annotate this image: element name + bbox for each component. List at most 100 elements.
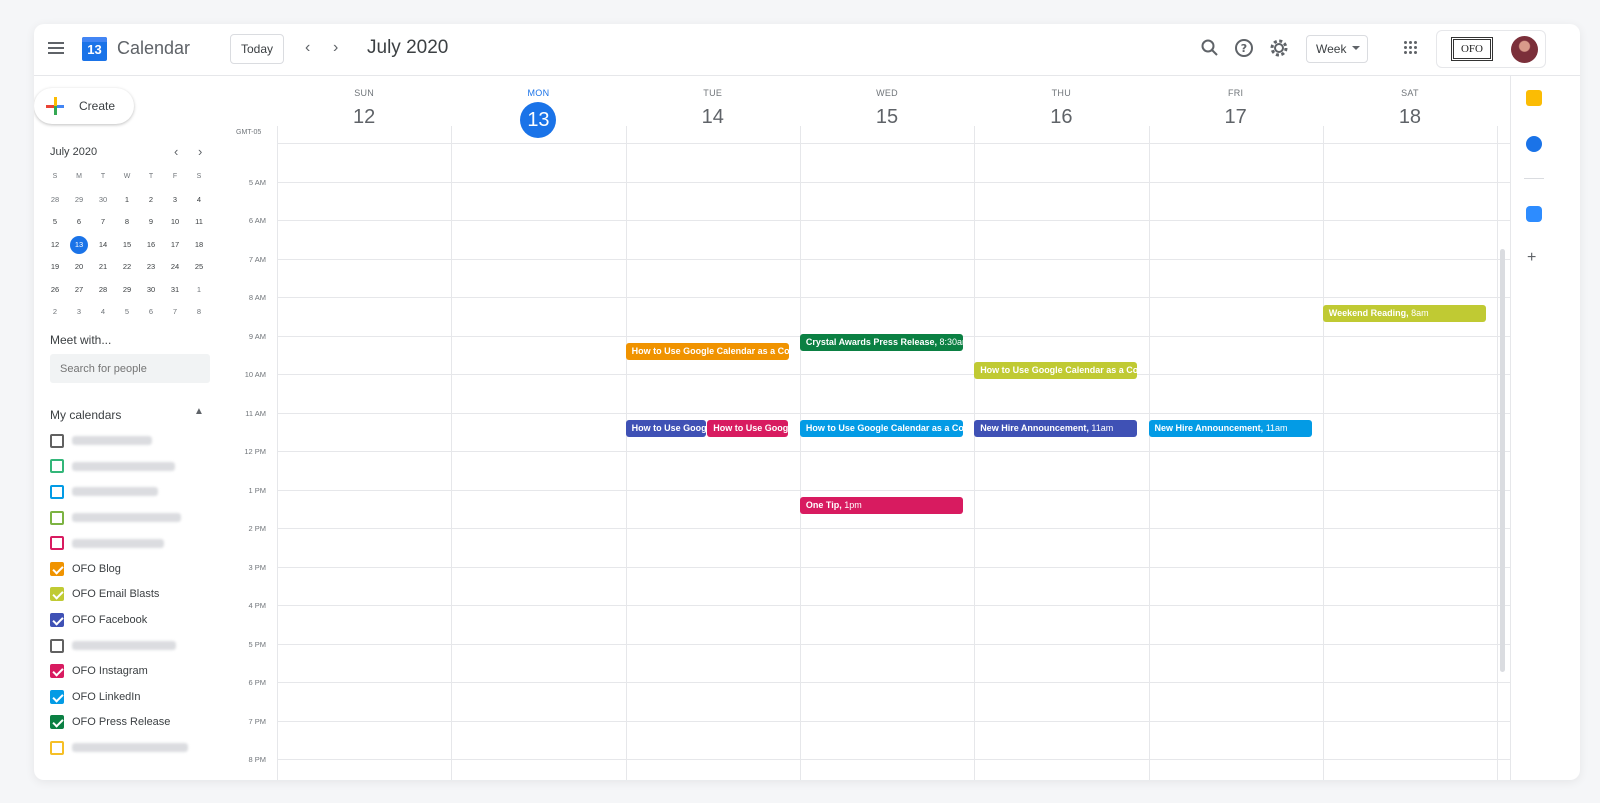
day-number[interactable]: 18 (1323, 102, 1497, 138)
calendar-item[interactable]: OFO Instagram (50, 658, 220, 684)
day-number[interactable]: 12 (277, 102, 451, 138)
mini-day-21[interactable]: 21 (91, 256, 115, 279)
today-button[interactable]: Today (230, 34, 284, 64)
mini-day-22[interactable]: 22 (115, 256, 139, 279)
calendar-checkbox[interactable] (50, 459, 64, 474)
search-people-input[interactable] (50, 354, 210, 383)
calendar-item[interactable] (50, 505, 220, 531)
calendar-item[interactable]: OFO Email Blasts (50, 582, 220, 608)
calendar-item[interactable]: OFO Press Release (50, 710, 220, 736)
previous-week-icon[interactable]: ‹ (305, 39, 310, 57)
mini-day-3[interactable]: 3 (163, 189, 187, 212)
calendar-checkbox[interactable] (50, 484, 64, 499)
day-header-tue[interactable]: TUE 14 (626, 76, 800, 138)
mini-day-7[interactable]: 7 (91, 211, 115, 234)
day-header-fri[interactable]: FRI 17 (1149, 76, 1323, 138)
calendar-item[interactable]: OFO Blog (50, 556, 220, 582)
day-header-mon[interactable]: MON 13 (451, 76, 625, 138)
calendar-checkbox[interactable] (50, 638, 64, 653)
mini-day-2[interactable]: 2 (43, 301, 67, 324)
help-icon[interactable]: ? (1232, 36, 1256, 60)
mini-day-29[interactable]: 29 (115, 279, 139, 302)
mini-day-27[interactable]: 27 (67, 279, 91, 302)
google-apps-icon[interactable] (1404, 41, 1418, 55)
mini-day-28[interactable]: 28 (91, 279, 115, 302)
day-number[interactable]: 16 (974, 102, 1148, 138)
calendar-item[interactable] (50, 428, 220, 454)
mini-day-12[interactable]: 12 (43, 234, 67, 257)
zoom-icon[interactable] (1526, 206, 1542, 222)
event-chip[interactable]: One Tip, 1pm (799, 497, 964, 515)
mini-day-30[interactable]: 30 (91, 189, 115, 212)
calendar-checkbox[interactable] (50, 561, 64, 576)
mini-day-18[interactable]: 18 (187, 234, 211, 257)
mini-day-5[interactable]: 5 (43, 211, 67, 234)
next-week-icon[interactable]: › (333, 39, 338, 57)
calendar-checkbox[interactable] (50, 715, 64, 730)
settings-gear-icon[interactable] (1267, 36, 1291, 60)
calendar-item[interactable] (50, 735, 220, 761)
calendar-item[interactable] (50, 454, 220, 480)
mini-day-14[interactable]: 14 (91, 234, 115, 257)
mini-day-7[interactable]: 7 (163, 301, 187, 324)
mini-day-15[interactable]: 15 (115, 234, 139, 257)
calendar-item[interactable] (50, 530, 220, 556)
mini-day-26[interactable]: 26 (43, 279, 67, 302)
mini-day-16[interactable]: 16 (139, 234, 163, 257)
calendar-item[interactable]: OFO LinkedIn (50, 684, 220, 710)
account-area[interactable]: OFO (1436, 30, 1546, 68)
calendar-checkbox[interactable] (50, 433, 64, 448)
mini-day-2[interactable]: 2 (139, 189, 163, 212)
grid-scrollbar[interactable] (1500, 249, 1505, 672)
calendar-checkbox[interactable] (50, 689, 64, 704)
mini-day-6[interactable]: 6 (139, 301, 163, 324)
event-chip[interactable]: How to Use Google Calendar as a Content … (625, 420, 707, 438)
calendar-item[interactable]: OFO Facebook (50, 607, 220, 633)
mini-day-8[interactable]: 8 (115, 211, 139, 234)
mini-day-19[interactable]: 19 (43, 256, 67, 279)
keep-icon[interactable] (1526, 90, 1542, 106)
mini-day-24[interactable]: 24 (163, 256, 187, 279)
mini-day-1[interactable]: 1 (115, 189, 139, 212)
day-number[interactable]: 13 (451, 102, 625, 138)
mini-day-6[interactable]: 6 (67, 211, 91, 234)
event-chip[interactable]: How to Use Google Calendar as a Content … (625, 343, 789, 361)
mini-day-10[interactable]: 10 (163, 211, 187, 234)
day-number[interactable]: 14 (626, 102, 800, 138)
day-number[interactable]: 15 (800, 102, 974, 138)
event-chip[interactable]: How to Use Google Calendar as a Content … (974, 362, 1138, 380)
calendar-checkbox[interactable] (50, 587, 64, 602)
calendar-item[interactable] (50, 633, 220, 659)
mini-day-25[interactable]: 25 (187, 256, 211, 279)
mini-day-4[interactable]: 4 (187, 189, 211, 212)
mini-day-29[interactable]: 29 (67, 189, 91, 212)
event-chip[interactable]: How to Use Google Calendar as a Content … (799, 420, 964, 438)
mini-day-8[interactable]: 8 (187, 301, 211, 324)
mini-day-20[interactable]: 20 (67, 256, 91, 279)
mini-next-month-icon[interactable]: › (198, 144, 202, 159)
day-header-wed[interactable]: WED 15 (800, 76, 974, 138)
event-chip[interactable]: New Hire Announcement, 11am (974, 420, 1138, 438)
day-number[interactable]: 17 (1149, 102, 1323, 138)
day-header-sun[interactable]: SUN 12 (277, 76, 451, 138)
tasks-icon[interactable] (1526, 136, 1542, 152)
my-calendars-title[interactable]: My calendars (50, 408, 121, 422)
mini-day-23[interactable]: 23 (139, 256, 163, 279)
mini-day-13[interactable]: 13 (67, 234, 91, 257)
calendar-checkbox[interactable] (50, 612, 64, 627)
mini-day-5[interactable]: 5 (115, 301, 139, 324)
calendar-checkbox[interactable] (50, 510, 64, 525)
mini-day-1[interactable]: 1 (187, 279, 211, 302)
collapse-chevron-icon[interactable]: ▲ (194, 406, 204, 417)
event-chip[interactable]: Weekend Reading, 8am (1322, 304, 1487, 322)
user-avatar[interactable] (1511, 36, 1538, 63)
mini-day-30[interactable]: 30 (139, 279, 163, 302)
calendar-checkbox[interactable] (50, 664, 64, 679)
day-header-sat[interactable]: SAT 18 (1323, 76, 1497, 138)
view-switcher-dropdown[interactable]: Week (1306, 35, 1368, 63)
mini-day-11[interactable]: 11 (187, 211, 211, 234)
event-chip[interactable]: New Hire Announcement, 11am (1148, 420, 1312, 438)
mini-day-4[interactable]: 4 (91, 301, 115, 324)
add-addon-icon[interactable]: + (1527, 249, 1536, 267)
search-icon[interactable] (1198, 36, 1222, 60)
